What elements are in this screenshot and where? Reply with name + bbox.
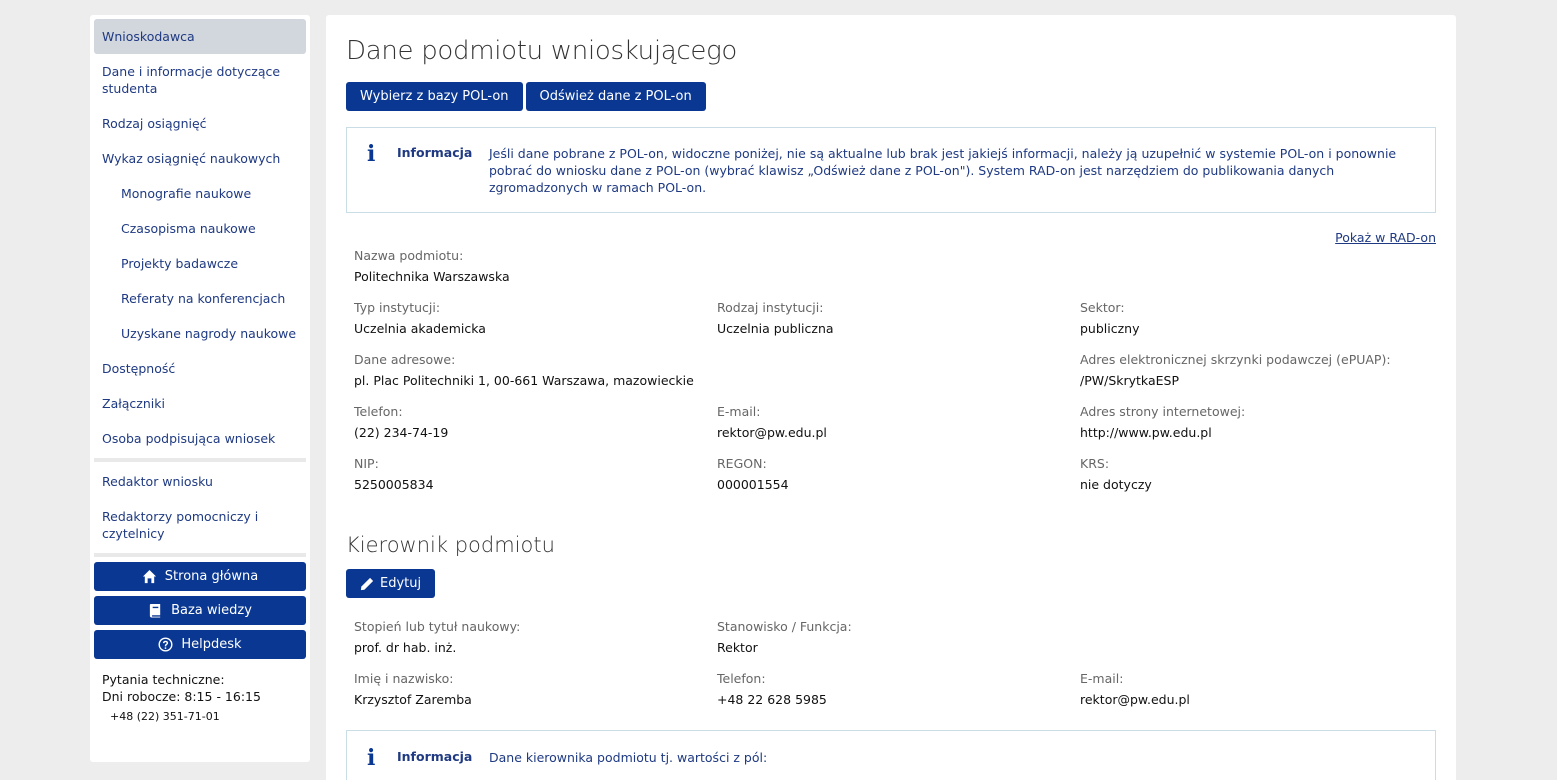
info-icon: i xyxy=(367,141,376,167)
sidebar-item-dostepnosc[interactable]: Dostępność xyxy=(94,351,306,386)
phone-value: (22) 234-74-19 xyxy=(354,425,449,440)
nip-value: 5250005834 xyxy=(354,477,434,492)
regon-label: REGON: xyxy=(717,456,767,471)
position-label: Stanowisko / Funkcja: xyxy=(717,619,852,634)
sidebar-item-referaty[interactable]: Referaty na konferencjach xyxy=(94,281,306,316)
address-label: Dane adresowe: xyxy=(354,352,456,367)
fullname-label: Imię i nazwisko: xyxy=(354,671,454,686)
phone-label: Telefon: xyxy=(354,404,403,419)
sidebar-item-zalaczniki[interactable]: Załączniki xyxy=(94,386,306,421)
knowledge-base-label: Baza wiedzy xyxy=(171,603,252,618)
institution-kind-label: Rodzaj instytucji: xyxy=(717,300,824,315)
info-box: i Informacja Jeśli dane pobrane z POL-on… xyxy=(346,127,1436,213)
contact-hours: Dni robocze: 8:15 - 16:15 xyxy=(102,689,261,704)
page-title: Dane podmiotu wnioskującego xyxy=(346,36,738,66)
email-value: rektor@pw.edu.pl xyxy=(717,425,827,440)
main-content: Dane podmiotu wnioskującego Wybierz z ba… xyxy=(326,15,1456,780)
website-value: http://www.pw.edu.pl xyxy=(1080,425,1212,440)
institution-kind-value: Uczelnia publiczna xyxy=(717,321,834,336)
home-button[interactable]: Strona główna xyxy=(94,562,306,591)
sidebar-item-wnioskodawca[interactable]: Wnioskodawca xyxy=(94,19,306,54)
sidebar-item-dane-studenta[interactable]: Dane i informacje dotyczące studenta xyxy=(94,54,306,106)
head-email-value: rektor@pw.edu.pl xyxy=(1080,692,1190,707)
edit-button[interactable]: Edytuj xyxy=(346,569,436,598)
sidebar-item-redaktor[interactable]: Redaktor wniosku xyxy=(94,464,306,499)
sidebar-item-monografie[interactable]: Monografie naukowe xyxy=(94,176,306,211)
head-phone-label: Telefon: xyxy=(717,671,766,686)
helpdesk-button[interactable]: Helpdesk xyxy=(94,630,306,659)
head-email-label: E-mail: xyxy=(1080,671,1124,686)
show-in-radon-link[interactable]: Pokaż w RAD-on xyxy=(1335,230,1436,245)
head-section-title: Kierownik podmiotu xyxy=(346,533,555,557)
book-icon xyxy=(149,603,161,618)
contact-info: Pytania techniczne: Dni robocze: 8:15 - … xyxy=(94,659,306,725)
pencil-icon xyxy=(360,577,374,590)
edit-button-label: Edytuj xyxy=(380,576,422,591)
nip-label: NIP: xyxy=(354,456,379,471)
email-label: E-mail: xyxy=(717,404,761,419)
home-button-label: Strona główna xyxy=(164,569,259,584)
sidebar-item-czasopisma[interactable]: Czasopisma naukowe xyxy=(94,211,306,246)
institution-type-value: Uczelnia akademicka xyxy=(354,321,486,336)
refresh-polon-button[interactable]: Odśwież dane z POL-on xyxy=(525,82,706,111)
info-text: Jeśli dane pobrane z POL-on, widoczne po… xyxy=(489,146,1397,195)
entity-name-label: Nazwa podmiotu: xyxy=(354,248,464,263)
epuap-value: /PW/SkrytkaESP xyxy=(1080,373,1179,388)
sidebar-item-wykaz-osiagniec[interactable]: Wykaz osiągnięć naukowych xyxy=(94,141,306,176)
knowledge-base-button[interactable]: Baza wiedzy xyxy=(94,596,306,625)
sidebar-item-osoba-podpisujaca[interactable]: Osoba podpisująca wniosek xyxy=(94,421,306,456)
sidebar: Wnioskodawca Dane i informacje dotyczące… xyxy=(90,15,310,762)
helpdesk-label: Helpdesk xyxy=(181,637,242,652)
degree-value: prof. dr hab. inż. xyxy=(354,640,457,655)
website-label: Adres strony internetowej: xyxy=(1080,404,1246,419)
question-circle-icon xyxy=(158,637,173,652)
position-value: Rektor xyxy=(717,640,758,655)
sidebar-divider xyxy=(94,458,306,462)
select-from-polon-button[interactable]: Wybierz z bazy POL-on xyxy=(346,82,523,111)
krs-label: KRS: xyxy=(1080,456,1110,471)
institution-type-label: Typ instytucji: xyxy=(354,300,441,315)
degree-label: Stopień lub tytuł naukowy: xyxy=(354,619,521,634)
fullname-value: Krzysztof Zaremba xyxy=(354,692,472,707)
sector-label: Sektor: xyxy=(1080,300,1125,315)
epuap-label: Adres elektronicznej skrzynki podawczej … xyxy=(1080,352,1391,367)
head-phone-value: +48 22 628 5985 xyxy=(717,692,827,707)
sidebar-divider xyxy=(94,553,306,557)
info-title: Informacja xyxy=(397,749,473,764)
contact-title: Pytania techniczne: xyxy=(102,672,225,687)
regon-value: 000001554 xyxy=(717,477,789,492)
sidebar-item-projekty[interactable]: Projekty badawcze xyxy=(94,246,306,281)
entity-name-value: Politechnika Warszawska xyxy=(354,269,510,284)
info-box-head: i Informacja Dane kierownika podmiotu tj… xyxy=(346,730,1436,780)
sidebar-item-rodzaj-osiagniec[interactable]: Rodzaj osiągnięć xyxy=(94,106,306,141)
info-icon: i xyxy=(367,745,376,771)
info-title: Informacja xyxy=(397,145,473,160)
sidebar-item-nagrody[interactable]: Uzyskane nagrody naukowe xyxy=(94,316,306,351)
info-text: Dane kierownika podmiotu tj. wartości z … xyxy=(489,750,768,765)
home-icon xyxy=(142,569,156,584)
sector-value: publiczny xyxy=(1080,321,1140,336)
krs-value: nie dotyczy xyxy=(1080,477,1152,492)
address-value: pl. Plac Politechniki 1, 00-661 Warszawa… xyxy=(354,373,694,388)
head-details: Stopień lub tytuł naukowy: prof. dr hab.… xyxy=(346,618,1436,722)
entity-details: Nazwa podmiotu: Politechnika Warszawska … xyxy=(346,247,1436,507)
sidebar-item-redaktorzy-pomocniczy[interactable]: Redaktorzy pomocniczy i czytelnicy xyxy=(94,499,306,551)
contact-phone: +48 (22) 351-71-01 xyxy=(110,710,220,723)
